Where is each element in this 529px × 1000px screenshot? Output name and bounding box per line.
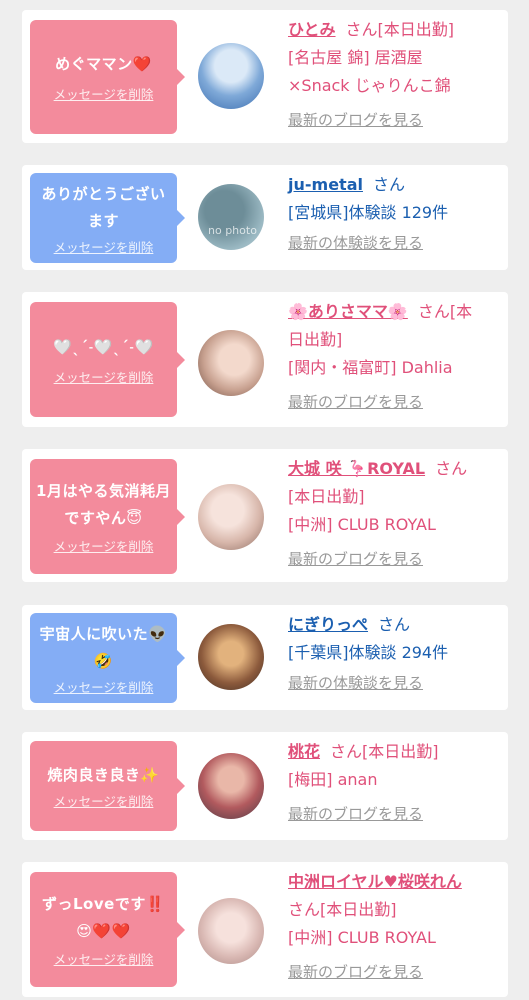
message-text: ずっLoveです‼️😍❤️❤️ [42, 895, 165, 940]
delete-message-link[interactable]: メッセージを削除 [54, 367, 154, 386]
user-status: 日出勤] [288, 330, 343, 349]
message-text: 🤍ˎˊ˗🤍ˎˊ˗🤍 [53, 337, 154, 356]
latest-review-link[interactable]: 最新の体験談を見る [288, 229, 498, 257]
avatar[interactable] [198, 484, 264, 550]
message-bubble: めぐママン❤️ メッセージを削除 [30, 20, 185, 134]
message-text: ありがとうございます [41, 184, 166, 230]
avatar[interactable] [198, 624, 264, 690]
user-status: [本日出勤] [288, 487, 365, 506]
delete-message-link[interactable]: メッセージを削除 [54, 949, 154, 968]
user-name-link[interactable]: 中洲ロイヤル♥桜咲れん [288, 872, 462, 891]
user-shop: [関内・福富町] Dahlia [288, 358, 453, 377]
no-photo-label: no photo [208, 224, 257, 237]
message-card: 焼肉良き良き✨ メッセージを削除 桃花 さん[本日出勤] [梅田] anan 最新… [22, 732, 508, 840]
user-reviews: [宮城県]体験談 129件 [288, 203, 449, 222]
user-name-link[interactable]: 🌸ありさママ🌸 [288, 302, 408, 321]
avatar[interactable] [198, 330, 264, 396]
message-text: 焼肉良き良き✨ [47, 766, 160, 784]
message-bubble: 🤍ˎˊ˗🤍ˎˊ˗🤍 メッセージを削除 [30, 302, 185, 417]
message-card: 1月はやる気消耗月ですやん😇 メッセージを削除 大城 咲 🦩ROYAL さん [本… [22, 449, 508, 582]
avatar[interactable] [198, 753, 264, 819]
latest-blog-link[interactable]: 最新のブログを見る [288, 958, 498, 986]
user-suffix: さん[本日出勤] [330, 742, 439, 761]
delete-message-link[interactable]: メッセージを削除 [54, 84, 154, 103]
latest-review-link[interactable]: 最新の体験談を見る [288, 669, 498, 697]
user-shop: [中洲] CLUB ROYAL [288, 928, 436, 947]
user-reviews: [千葉県]体験談 294件 [288, 643, 449, 662]
message-bubble: ありがとうございます メッセージを削除 [30, 173, 185, 263]
message-bubble: 1月はやる気消耗月ですやん😇 メッセージを削除 [30, 459, 185, 574]
user-name-link[interactable]: にぎりっぺ [288, 615, 368, 634]
latest-blog-link[interactable]: 最新のブログを見る [288, 388, 498, 416]
user-suffix: さん [378, 615, 411, 634]
latest-blog-link[interactable]: 最新のブログを見る [288, 800, 498, 828]
user-location: [名古屋 錦] 居酒屋 [288, 48, 423, 67]
message-text: 宇宙人に吹いた👽🤣 [39, 624, 168, 670]
avatar[interactable]: no photo [198, 184, 264, 250]
message-bubble: 宇宙人に吹いた👽🤣 メッセージを削除 [30, 613, 185, 703]
message-card: ずっLoveです‼️😍❤️❤️ メッセージを削除 中洲ロイヤル♥桜咲れん さん[… [22, 862, 508, 997]
message-bubble: ずっLoveです‼️😍❤️❤️ メッセージを削除 [30, 872, 185, 987]
user-name-link[interactable]: 大城 咲 🦩ROYAL [288, 459, 425, 478]
delete-message-link[interactable]: メッセージを削除 [54, 536, 154, 555]
latest-blog-link[interactable]: 最新のブログを見る [288, 106, 498, 134]
user-suffix: さん[本 [417, 302, 473, 321]
message-card: 🤍ˎˊ˗🤍ˎˊ˗🤍 メッセージを削除 🌸ありさママ🌸 さん[本 日出勤] [関内・… [22, 292, 508, 427]
user-suffix: さん [435, 459, 468, 478]
user-suffix: さん[本日出勤] [345, 20, 455, 39]
user-suffix: さん [372, 175, 405, 194]
user-shop: ×Snack じゃりんこ錦 [288, 76, 451, 95]
delete-message-link[interactable]: メッセージを削除 [54, 791, 154, 810]
user-shop: [梅田] anan [288, 770, 378, 789]
delete-message-link[interactable]: メッセージを削除 [54, 677, 154, 696]
user-name-link[interactable]: ひとみ [288, 20, 336, 39]
avatar[interactable] [198, 43, 264, 109]
latest-blog-link[interactable]: 最新のブログを見る [288, 545, 498, 573]
message-bubble: 焼肉良き良き✨ メッセージを削除 [30, 741, 185, 831]
message-card: 宇宙人に吹いた👽🤣 メッセージを削除 にぎりっぺ さん [千葉県]体験談 294件… [22, 605, 508, 710]
avatar[interactable] [198, 898, 264, 964]
user-shop: [中洲] CLUB ROYAL [288, 515, 436, 534]
user-name-link[interactable]: 桃花 [288, 742, 320, 761]
delete-message-link[interactable]: メッセージを削除 [54, 237, 154, 256]
message-card: ありがとうございます メッセージを削除 no photo ju-metal さん … [22, 165, 508, 270]
message-card: めぐママン❤️ メッセージを削除 ひとみ さん[本日出勤] [名古屋 錦] 居酒屋… [22, 10, 508, 143]
user-name-link[interactable]: ju-metal [288, 175, 363, 194]
message-text: 1月はやる気消耗月ですやん😇 [36, 482, 171, 527]
message-text: めぐママン❤️ [55, 55, 152, 73]
user-suffix: さん[本日出勤] [288, 900, 397, 919]
